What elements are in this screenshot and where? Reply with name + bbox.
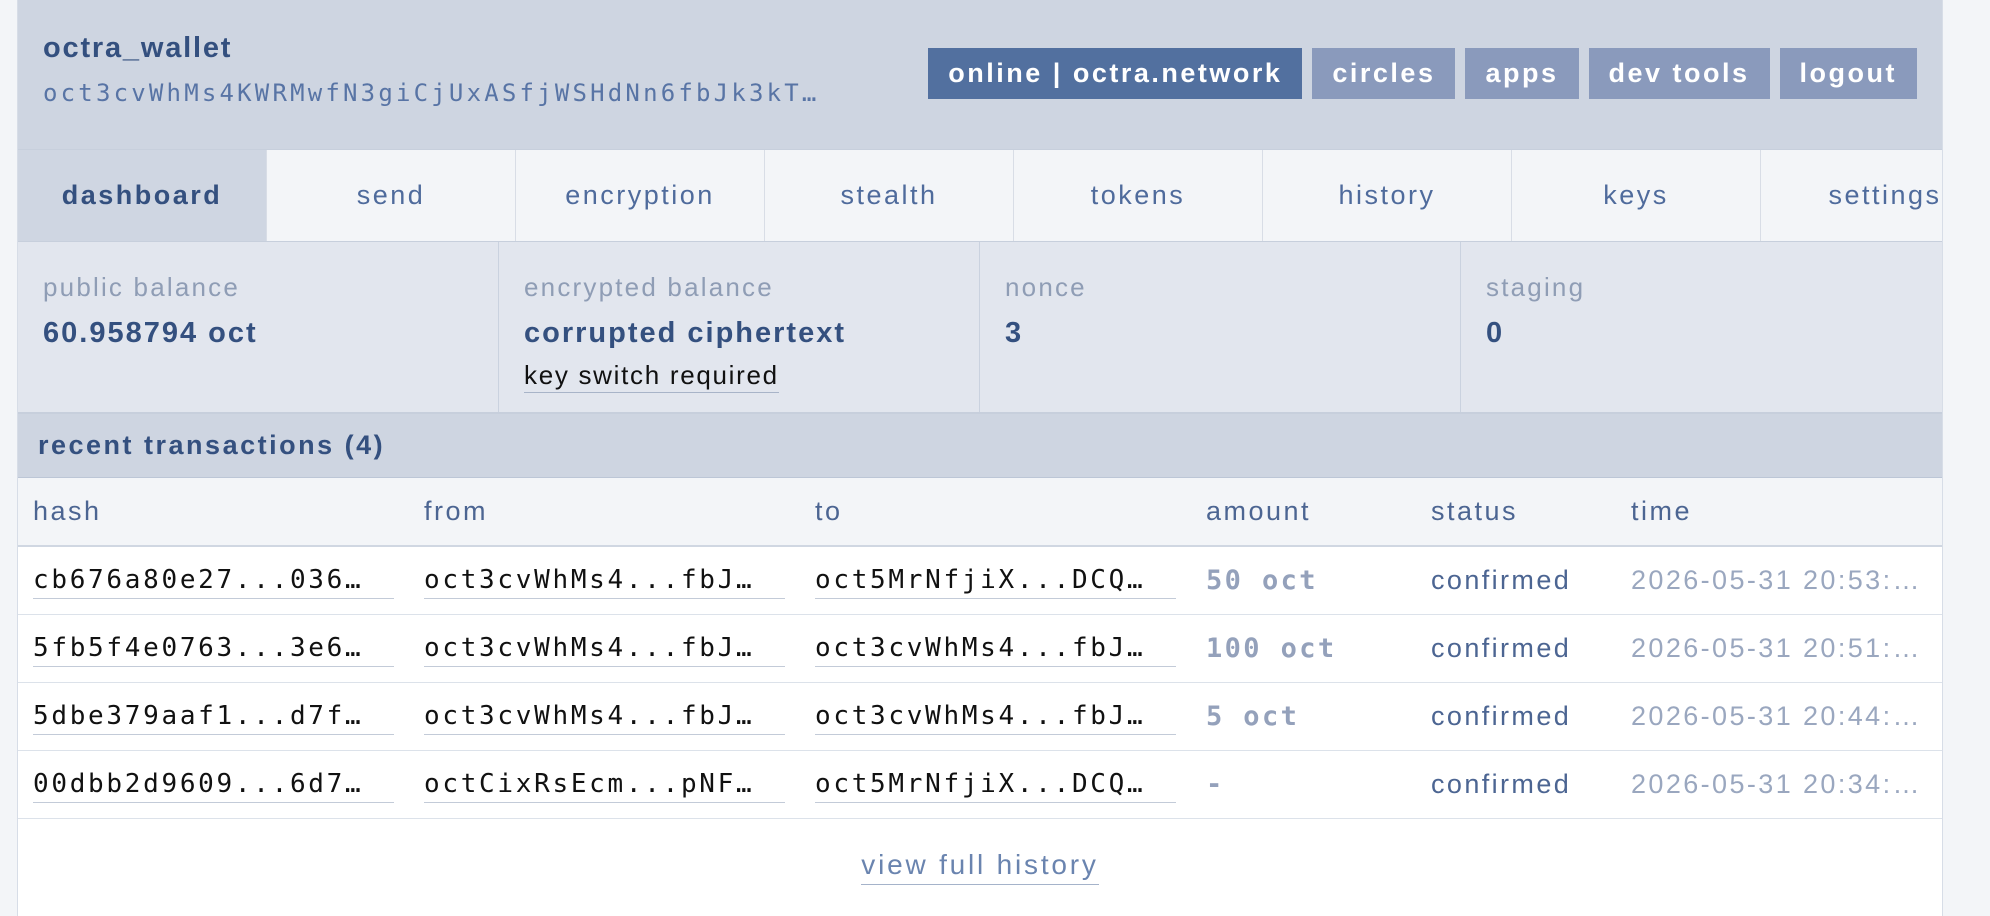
tx-status: confirmed [1416, 682, 1616, 751]
tx-hash-link[interactable]: 00dbb2d9609...6d7… [33, 766, 394, 803]
nonce-card: nonce 3 [980, 242, 1461, 412]
tab-dashboard[interactable]: dashboard [18, 150, 267, 241]
staging-value: 0 [1486, 317, 1505, 349]
recent-transactions-title: recent transactions (4) [18, 414, 1942, 478]
tab-history[interactable]: history [1263, 150, 1512, 241]
balance-stats: public balance 60.958794 oct encrypted b… [18, 242, 1942, 414]
tx-to-address[interactable]: oct5MrNfjiX...DCQ… [815, 766, 1176, 803]
tx-amount: 100 oct [1191, 614, 1416, 683]
header-nav: online | octra.network circles apps dev … [928, 48, 1917, 99]
tx-time: 2026-05-31 20:34:… [1616, 750, 1942, 819]
column-header-hash: hash [18, 478, 409, 547]
circles-button[interactable]: circles [1312, 48, 1456, 99]
tx-amount: 5 oct [1191, 682, 1416, 751]
tx-from-address[interactable]: oct3cvWhMs4...fbJ… [424, 698, 785, 735]
tx-hash-link[interactable]: cb676a80e27...036… [33, 562, 394, 599]
tx-status: confirmed [1416, 546, 1616, 615]
table-header-row: hash from to amount status time [18, 478, 1942, 547]
tx-time: 2026-05-31 20:51:… [1616, 614, 1942, 683]
column-header-to: to [800, 478, 1191, 547]
tab-send[interactable]: send [267, 150, 516, 241]
tx-status: confirmed [1416, 750, 1616, 819]
brand: octra_wallet oct3cvWhMs4KWRMwfN3giCjUxAS… [43, 32, 903, 107]
column-header-amount: amount [1191, 478, 1416, 547]
column-header-status: status [1416, 478, 1616, 547]
view-full-history-link[interactable]: view full history [861, 846, 1099, 885]
tx-to-address[interactable]: oct3cvWhMs4...fbJ… [815, 698, 1176, 735]
logout-button[interactable]: logout [1779, 48, 1917, 99]
staging-card: staging 0 [1461, 242, 1942, 412]
tx-from-address[interactable]: oct3cvWhMs4...fbJ… [424, 630, 785, 667]
network-status-button[interactable]: online | octra.network [928, 48, 1303, 99]
table-row: 5fb5f4e0763...3e6… oct3cvWhMs4...fbJ… oc… [18, 614, 1942, 683]
table-row: 5dbe379aaf1...d7f… oct3cvWhMs4...fbJ… oc… [18, 682, 1942, 751]
tx-status: confirmed [1416, 614, 1616, 683]
tx-amount: 50 oct [1191, 546, 1416, 615]
app-title: octra_wallet [43, 32, 233, 64]
public-balance-card: public balance 60.958794 oct [18, 242, 499, 412]
nonce-value: 3 [1005, 317, 1024, 349]
tab-encryption[interactable]: encryption [516, 150, 765, 241]
public-balance-label: public balance [43, 272, 241, 302]
public-balance-value: 60.958794 oct [43, 317, 258, 349]
tab-tokens[interactable]: tokens [1014, 150, 1263, 241]
tx-from-address[interactable]: octCixRsEcm...pNF… [424, 766, 785, 803]
tx-amount: - [1191, 750, 1416, 819]
tab-keys[interactable]: keys [1512, 150, 1761, 241]
encrypted-balance-value: corrupted ciphertext [524, 317, 846, 349]
transactions-table: hash from to amount status time cb676a80… [18, 478, 1942, 819]
tab-settings[interactable]: settings [1761, 150, 1942, 241]
tx-to-address[interactable]: oct5MrNfjiX...DCQ… [815, 562, 1176, 599]
app-header: octra_wallet oct3cvWhMs4KWRMwfN3giCjUxAS… [18, 0, 1942, 149]
tx-from-address[interactable]: oct3cvWhMs4...fbJ… [424, 562, 785, 599]
tx-hash-link[interactable]: 5dbe379aaf1...d7f… [33, 698, 394, 735]
dev-tools-button[interactable]: dev tools [1588, 48, 1770, 99]
tx-time: 2026-05-31 20:44:… [1616, 682, 1942, 751]
column-header-from: from [409, 478, 800, 547]
tab-stealth[interactable]: stealth [765, 150, 1014, 241]
main-tabs: dashboard send encryption stealth tokens… [18, 149, 1942, 242]
tx-time: 2026-05-31 20:53:… [1616, 546, 1942, 615]
wallet-address[interactable]: oct3cvWhMs4KWRMwfN3giCjUxASfjWSHdNn6fbJk… [43, 79, 903, 107]
table-row: cb676a80e27...036… oct3cvWhMs4...fbJ… oc… [18, 546, 1942, 615]
tx-to-address[interactable]: oct3cvWhMs4...fbJ… [815, 630, 1176, 667]
apps-button[interactable]: apps [1465, 48, 1579, 99]
history-footer: view full history [18, 819, 1942, 911]
nonce-label: nonce [1005, 272, 1087, 302]
wallet-app: octra_wallet oct3cvWhMs4KWRMwfN3giCjUxAS… [17, 0, 1943, 916]
encrypted-balance-card: encrypted balance corrupted ciphertext k… [499, 242, 980, 412]
encrypted-balance-label: encrypted balance [524, 272, 774, 302]
table-row: 00dbb2d9609...6d7… octCixRsEcm...pNF… oc… [18, 750, 1942, 819]
staging-label: staging [1486, 272, 1586, 302]
column-header-time: time [1616, 478, 1942, 547]
tx-hash-link[interactable]: 5fb5f4e0763...3e6… [33, 630, 394, 667]
key-switch-link[interactable]: key switch required [524, 358, 779, 393]
